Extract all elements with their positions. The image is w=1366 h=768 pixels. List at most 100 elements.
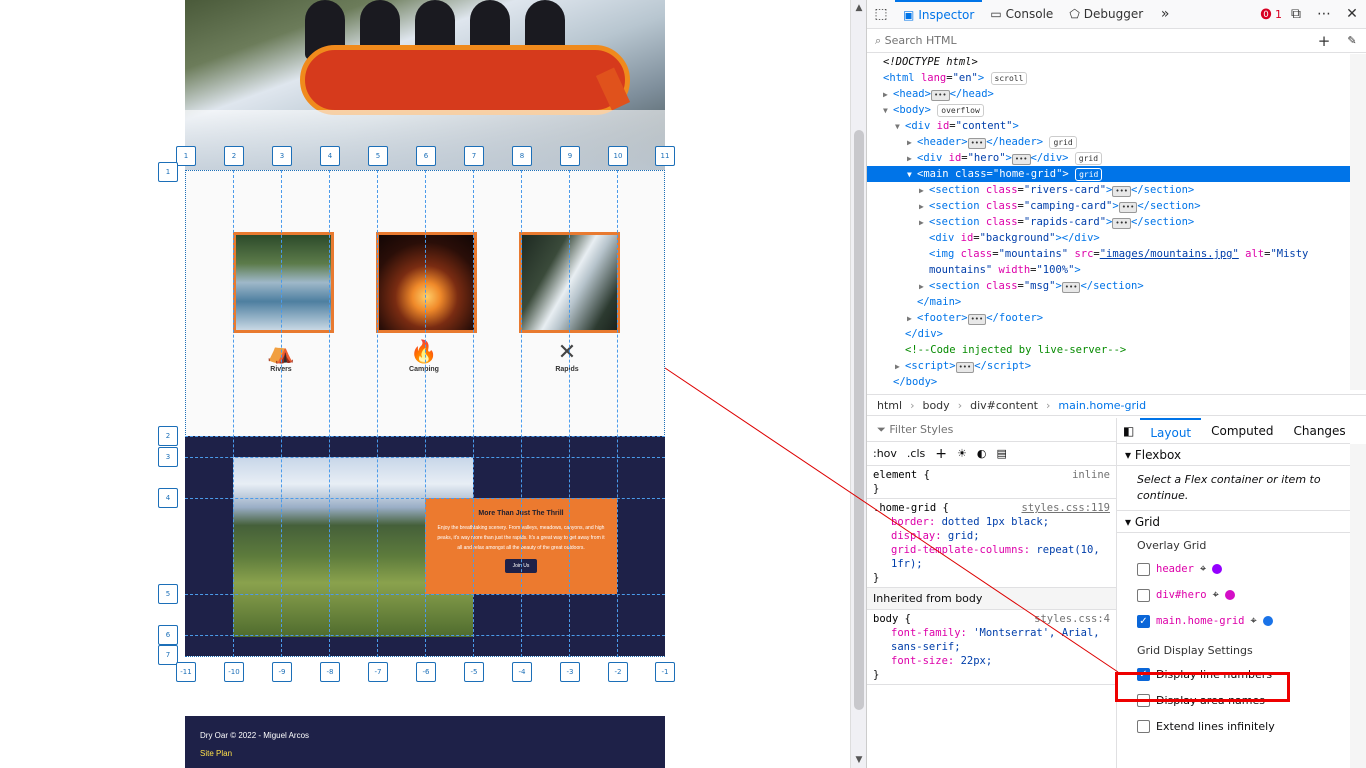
- tree-row[interactable]: ▶ <section class="rivers-card"> ••• </secti…: [867, 182, 1350, 198]
- close-icon[interactable]: ✕: [1338, 6, 1366, 22]
- light-mode-icon[interactable]: ☀: [957, 447, 967, 460]
- tree-row[interactable]: ▶ <section class="rapids-card"> ••• </secti…: [867, 214, 1350, 230]
- grid-line-number-bottom: -7: [368, 662, 388, 682]
- camping-label: Camping: [409, 366, 439, 373]
- tree-row[interactable]: ▶ <head> ••• </head>: [867, 86, 1350, 102]
- tab-changes[interactable]: Changes: [1283, 418, 1355, 444]
- tree-row[interactable]: ▶ <header> ••• </header> grid: [867, 134, 1350, 150]
- tree-row[interactable]: <html lang="en"> scroll: [867, 70, 1350, 86]
- more-tabs-chevron-icon[interactable]: »: [1151, 6, 1179, 22]
- page-scrollbar[interactable]: ▲ ▼: [850, 0, 866, 768]
- scrollbar-thumb[interactable]: [854, 130, 864, 710]
- site-plan-link[interactable]: Site Plan: [200, 749, 232, 758]
- css-property[interactable]: display: grid;: [873, 529, 1110, 543]
- sidebar-toggle-icon[interactable]: ◧: [1117, 418, 1140, 444]
- rules-pane: ⏷ Filter Styles :hov .cls + ☀ ◐ ▤ inline…: [867, 418, 1117, 768]
- tree-row[interactable]: <!--Code injected by live-server-->: [867, 342, 1350, 358]
- tree-row[interactable]: ▶ <footer> ••• </footer>: [867, 310, 1350, 326]
- checkbox[interactable]: [1137, 719, 1150, 733]
- add-rule-icon[interactable]: +: [935, 446, 947, 462]
- css-property[interactable]: grid-template-columns: repeat(10, 1fr);: [873, 543, 1110, 571]
- target-icon[interactable]: ⌖: [1251, 614, 1257, 628]
- breadcrumb-item[interactable]: body: [922, 399, 949, 412]
- layout-scrollbar[interactable]: [1350, 444, 1366, 768]
- tree-row[interactable]: ▶ <section class="msg"> ••• </section>: [867, 278, 1350, 294]
- rivers-card-image[interactable]: [233, 232, 334, 333]
- grid-line-number-top: 11: [655, 146, 675, 166]
- filter-styles-input[interactable]: ⏷ Filter Styles: [867, 418, 1116, 442]
- tab-inspector[interactable]: ▣ Inspector: [895, 0, 983, 29]
- grid-line-number-top: 9: [560, 146, 580, 166]
- tree-row[interactable]: ▼ <div id="content">: [867, 118, 1350, 134]
- tree-row[interactable]: <!DOCTYPE html>: [867, 54, 1350, 70]
- error-count-badge[interactable]: ⓿ 1: [1261, 6, 1283, 22]
- grid-column-line: [425, 170, 426, 657]
- body-rule[interactable]: styles.css:4 body { font-family: 'Montse…: [867, 610, 1116, 685]
- overlay-checkbox[interactable]: [1137, 562, 1150, 576]
- element-rule[interactable]: inline element {}: [867, 466, 1116, 499]
- search-html-input[interactable]: Search HTML: [885, 34, 1310, 47]
- scroll-up-arrow-icon[interactable]: ▲: [851, 0, 867, 16]
- markup-scrollbar[interactable]: [1350, 54, 1366, 390]
- tree-row[interactable]: <div id="background"></div>: [867, 230, 1350, 246]
- grid-column-line: [377, 170, 378, 657]
- overlay-checkbox[interactable]: [1137, 588, 1150, 602]
- tree-row[interactable]: </body>: [867, 374, 1350, 390]
- chevron-down-icon: ▾: [1125, 448, 1132, 462]
- overlay-item-header[interactable]: header ⌖: [1117, 556, 1350, 582]
- breadcrumb-item[interactable]: html: [877, 399, 902, 412]
- setting-extend-lines[interactable]: Extend lines infinitely: [1117, 713, 1350, 739]
- element-picker-icon[interactable]: ⬚: [867, 6, 895, 22]
- tree-row[interactable]: </div>: [867, 326, 1350, 342]
- css-property[interactable]: border: dotted 1px black;: [873, 515, 1110, 529]
- tab-computed[interactable]: Computed: [1201, 418, 1283, 444]
- cls-toggle[interactable]: .cls: [907, 447, 925, 460]
- overlay-color-swatch[interactable]: [1224, 590, 1235, 600]
- checkbox[interactable]: [1137, 693, 1150, 707]
- overlay-item-home-grid[interactable]: ✓ main.home-grid ⌖: [1117, 608, 1350, 634]
- overlay-name: header: [1156, 563, 1194, 575]
- flexbox-section-header[interactable]: ▾ Flexbox: [1117, 444, 1350, 466]
- hov-toggle[interactable]: :hov: [873, 447, 897, 460]
- target-icon[interactable]: ⌖: [1213, 588, 1219, 602]
- breadcrumb-item[interactable]: div#content: [970, 399, 1038, 412]
- tree-row[interactable]: ▼ <body> overflow: [867, 102, 1350, 118]
- search-icon: ⌕: [875, 33, 882, 47]
- breadcrumb-item-current[interactable]: main.home-grid: [1058, 399, 1146, 412]
- tab-debugger[interactable]: ⬠ Debugger: [1061, 0, 1151, 29]
- css-property[interactable]: font-size: 22px;: [873, 654, 1110, 668]
- tab-console[interactable]: ▭ Console: [982, 0, 1061, 29]
- overlay-checkbox-checked[interactable]: ✓: [1137, 614, 1150, 628]
- rule-source-link[interactable]: styles.css:119: [1021, 501, 1110, 515]
- tree-row[interactable]: ▶ <section class="camping-card"> ••• </sect…: [867, 198, 1350, 214]
- rule-selector: body {: [873, 613, 911, 625]
- overlay-color-swatch[interactable]: [1262, 616, 1273, 626]
- setting-display-area-names[interactable]: Display area names: [1117, 687, 1350, 713]
- dark-mode-icon[interactable]: ◐: [977, 447, 987, 460]
- add-node-icon[interactable]: +: [1310, 32, 1338, 50]
- checkbox-checked[interactable]: ✓: [1137, 667, 1150, 681]
- eyedropper-icon[interactable]: ✎: [1338, 34, 1366, 47]
- grid-line-number-top: 8: [512, 146, 532, 166]
- rule-source-link[interactable]: styles.css:4: [1034, 612, 1110, 626]
- camping-card-image[interactable]: [376, 232, 477, 333]
- tree-row[interactable]: <img class="mountains" src="images/mount…: [867, 246, 1350, 262]
- dock-icon[interactable]: ⧉: [1282, 6, 1310, 22]
- overlay-color-swatch[interactable]: [1212, 564, 1223, 574]
- page-viewport: ⛺ Rivers 🔥 Camping ✕ Rapids More Than Ju…: [0, 0, 850, 768]
- overlay-item-hero[interactable]: div#hero ⌖: [1117, 582, 1350, 608]
- grid-section-header[interactable]: ▾ Grid: [1117, 511, 1350, 533]
- scroll-down-arrow-icon[interactable]: ▼: [851, 752, 867, 768]
- tree-row[interactable]: ▶ <script> ••• </script>: [867, 358, 1350, 374]
- tree-row[interactable]: </main>: [867, 294, 1350, 310]
- tree-row[interactable]: ▶ <div id="hero"> ••• </div> grid: [867, 150, 1350, 166]
- tree-row-selected[interactable]: ▼ <main class="home-grid"> grid: [867, 166, 1350, 182]
- chevron-down-icon: ▾: [1125, 515, 1132, 529]
- print-media-icon[interactable]: ▤: [996, 447, 1006, 460]
- home-grid-rule[interactable]: styles.css:119 .home-grid { border: dott…: [867, 499, 1116, 588]
- menu-dots-icon[interactable]: ⋯: [1310, 6, 1338, 22]
- target-icon[interactable]: ⌖: [1200, 562, 1206, 576]
- tab-layout[interactable]: Layout: [1140, 417, 1202, 444]
- css-property[interactable]: font-family: 'Montserrat', Arial, sans-s…: [873, 626, 1110, 654]
- setting-display-line-numbers[interactable]: ✓ Display line numbers: [1117, 661, 1350, 687]
